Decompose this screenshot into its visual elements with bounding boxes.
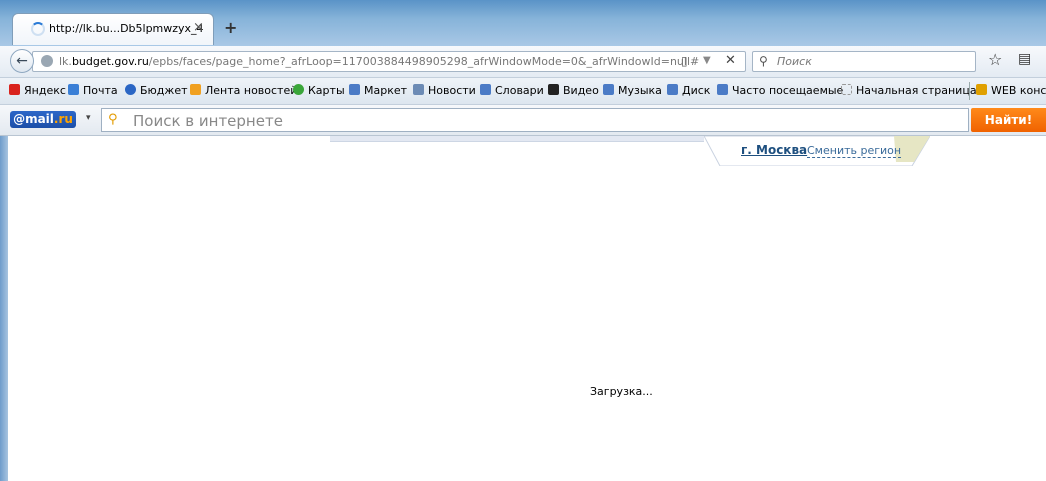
url-history-dropdown-icon[interactable]: ▼	[703, 55, 711, 66]
bookmark-label: Новости	[428, 84, 476, 97]
bookmark-video[interactable]: Видео	[548, 84, 599, 97]
bookmark-maps[interactable]: Карты	[293, 84, 345, 97]
new-tab-button[interactable]: +	[224, 18, 237, 37]
bookmark-disk[interactable]: Диск	[667, 84, 710, 97]
region-city-link[interactable]: г. Москва	[741, 143, 807, 157]
search-icon: ⚲	[108, 112, 118, 127]
change-region-link[interactable]: Сменить регион	[807, 144, 902, 158]
bookmarks-separator	[969, 82, 970, 100]
tab-title: http://lk.bu...Db5lpmwzyx_4	[49, 22, 204, 35]
bookmark-web-console[interactable]: WEB консо	[976, 84, 1046, 97]
bookmark-label: Диск	[682, 84, 711, 97]
browser-tab[interactable]: http://lk.bu...Db5lpmwzyx_4 ×	[12, 13, 214, 45]
bookmark-label: WEB консо	[991, 84, 1046, 97]
url-prefix: lk.	[59, 55, 72, 68]
bookmark-label: Лента новостей	[205, 84, 298, 97]
bookmark-label: Начальная страница	[856, 84, 977, 97]
tab-close-icon[interactable]: ×	[193, 20, 204, 35]
back-button[interactable]: ←	[10, 49, 34, 73]
mail-icon	[68, 84, 79, 95]
bookmark-dictionaries[interactable]: Словари	[480, 84, 544, 97]
frequent-icon	[717, 84, 728, 95]
bookmark-label: Бюджет	[140, 84, 188, 97]
bookmark-home-page[interactable]: Начальная страница	[841, 84, 977, 97]
music-icon	[603, 84, 614, 95]
reader-view-icon[interactable]: ▯	[681, 54, 688, 68]
bookmark-label: Музыка	[618, 84, 662, 97]
window-left-border	[0, 136, 8, 481]
library-icon[interactable]: ▤	[1018, 51, 1031, 67]
loading-text: Загрузка...	[590, 385, 653, 398]
bookmark-label: Видео	[563, 84, 599, 97]
search-placeholder: Поиск	[777, 55, 812, 68]
web-console-icon	[976, 84, 987, 95]
rss-icon	[190, 84, 201, 95]
bookmark-label: Маркет	[364, 84, 408, 97]
dictionary-icon	[480, 84, 491, 95]
internet-search-input[interactable]: ⚲ Поиск в интернете	[101, 108, 969, 132]
find-button[interactable]: Найти!	[971, 108, 1046, 132]
stop-loading-icon[interactable]: ✕	[725, 53, 736, 68]
logo-ru: .ru	[53, 112, 73, 126]
url-domain-highlight: budget.gov.ru	[71, 55, 149, 68]
home-page-icon	[841, 84, 852, 95]
url-bar[interactable]: lk.budget.gov.ru/epbs/faces/page_home?_a…	[32, 51, 746, 72]
mailru-menu-dropdown-icon[interactable]: ▾	[86, 113, 91, 123]
bookmarks-toolbar: Яндекс Почта Бюджет Лента новостей Карты…	[0, 78, 1046, 105]
bookmark-label: Почта	[83, 84, 118, 97]
bookmark-label: Словари	[495, 84, 544, 97]
budget-icon	[125, 84, 136, 95]
market-icon	[349, 84, 360, 95]
globe-icon	[41, 55, 53, 67]
bookmark-news[interactable]: Новости	[413, 84, 476, 97]
yandex-icon	[9, 84, 20, 95]
bookmark-label: Яндекс	[24, 84, 66, 97]
maps-icon	[293, 84, 304, 95]
bookmark-music[interactable]: Музыка	[603, 84, 662, 97]
video-icon	[548, 84, 559, 95]
bookmark-news-feed[interactable]: Лента новостей	[190, 84, 297, 97]
mailru-toolbar: @mail.ru ▾ ⚲ Поиск в интернете Найти!	[0, 105, 1046, 136]
logo-at: @mail	[13, 112, 54, 126]
bookmark-market[interactable]: Маркет	[349, 84, 407, 97]
bookmark-star-icon[interactable]: ☆	[988, 50, 1002, 69]
search-icon: ⚲	[759, 54, 768, 68]
bookmark-label: Часто посещаемые	[732, 84, 844, 97]
page-content: г. Москва Сменить регион Загрузка...	[0, 136, 1046, 481]
bookmark-mail[interactable]: Почта	[68, 84, 118, 97]
url-text[interactable]: lk.budget.gov.ru/epbs/faces/page_home?_a…	[59, 55, 699, 68]
mailru-logo[interactable]: @mail.ru	[10, 111, 76, 128]
disk-icon	[667, 84, 678, 95]
browser-search-input[interactable]: ⚲ Поиск	[752, 51, 976, 72]
internet-search-placeholder: Поиск в интернете	[133, 112, 283, 130]
bookmark-budget[interactable]: Бюджет	[125, 84, 188, 97]
bookmark-label: Карты	[308, 84, 345, 97]
browser-titlebar: http://lk.bu...Db5lpmwzyx_4 × +	[0, 0, 1046, 46]
navigation-toolbar: lk.budget.gov.ru/epbs/faces/page_home?_a…	[0, 46, 1046, 78]
news-icon	[413, 84, 424, 95]
loading-spinner-icon	[31, 22, 45, 36]
bookmark-frequent[interactable]: Часто посещаемые	[717, 84, 843, 97]
url-path: /epbs/faces/page_home?_afrLoop=117003884…	[148, 55, 700, 68]
bookmark-yandex[interactable]: Яндекс	[9, 84, 66, 97]
